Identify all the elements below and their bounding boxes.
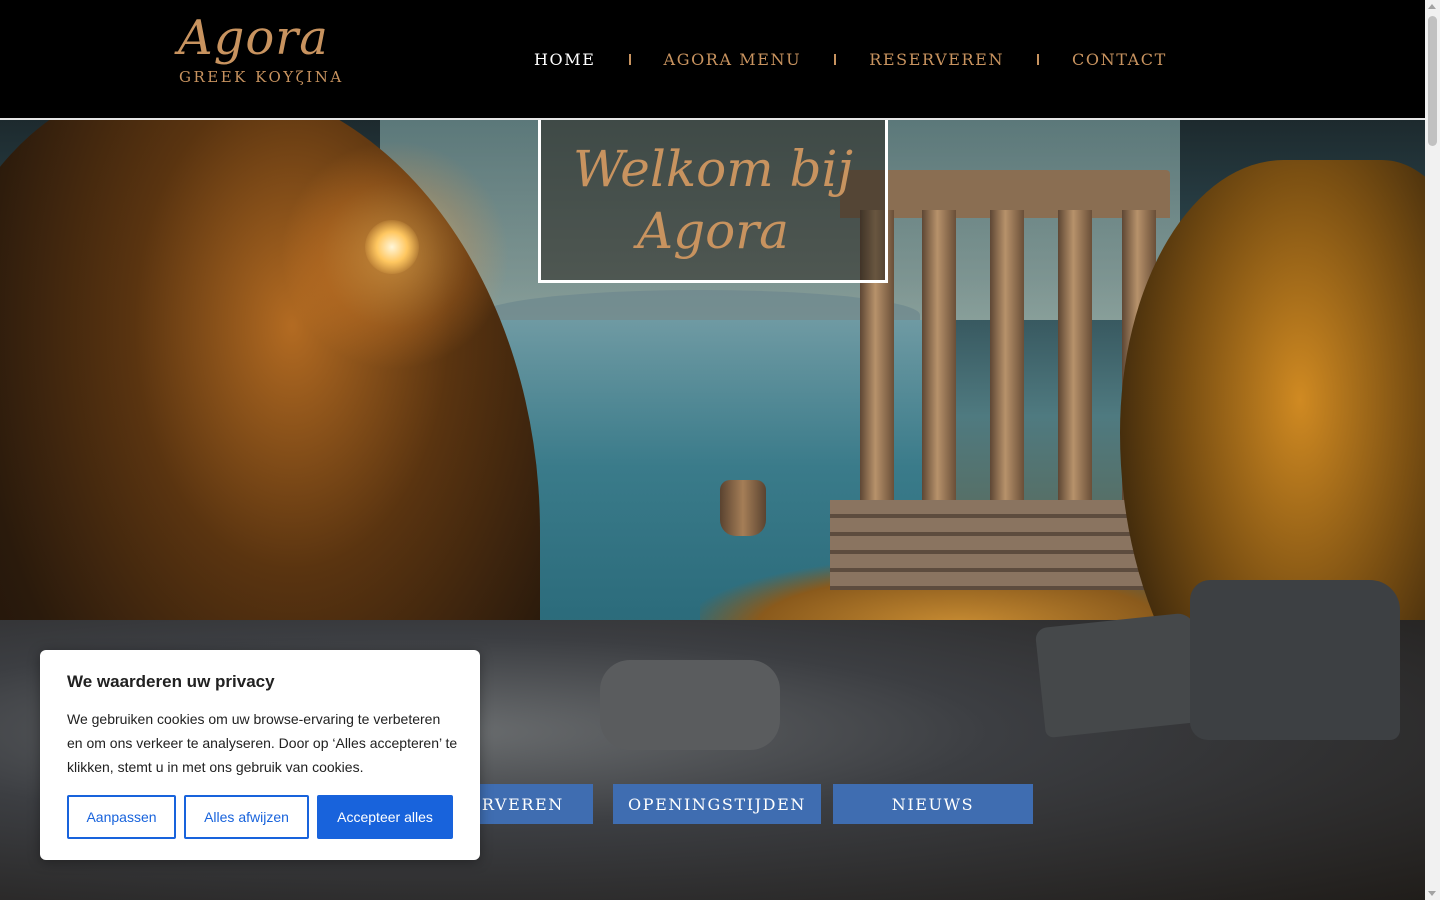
- hero-rock: [1190, 580, 1400, 740]
- openingstijden-button[interactable]: OPENINGSTIJDEN: [613, 784, 821, 824]
- nav-item-agora-menu[interactable]: AGORA MENU: [664, 50, 802, 69]
- hero-temple: [830, 170, 1190, 590]
- welcome-box: Welkom bij Agora: [538, 120, 888, 283]
- hero-urn: [720, 480, 766, 536]
- scroll-up-icon[interactable]: [1428, 4, 1436, 9]
- hero-sun: [365, 220, 419, 274]
- site-logo[interactable]: Agora GREEK KOYζINA: [178, 10, 344, 86]
- temple-column: [990, 210, 1024, 510]
- cookie-consent-banner: We waarderen uw privacy We gebruiken coo…: [40, 650, 480, 860]
- cookie-description: We gebruiken cookies om uw browse-ervari…: [67, 711, 458, 775]
- scroll-down-icon[interactable]: [1428, 891, 1436, 896]
- temple-column: [922, 210, 956, 510]
- hero-rock: [1034, 611, 1206, 739]
- nav-separator: [628, 53, 631, 65]
- nav-item-reserveren[interactable]: RESERVEREN: [869, 50, 1004, 69]
- site-header: Agora GREEK KOYζINA HOME AGORA MENU RESE…: [0, 0, 1425, 120]
- welcome-heading: Welkom bij Agora: [572, 140, 854, 260]
- logo-title: Agora: [178, 10, 329, 66]
- customize-button[interactable]: Aanpassen: [67, 795, 176, 839]
- accept-all-button[interactable]: Accepteer alles: [317, 795, 453, 839]
- page-scrollbar[interactable]: [1425, 0, 1440, 900]
- nieuws-button[interactable]: NIEUWS: [833, 784, 1033, 824]
- temple-column: [1058, 210, 1092, 510]
- hero-rock: [600, 660, 780, 750]
- logo-subtitle: GREEK KOYζINA: [179, 68, 344, 86]
- scroll-thumb[interactable]: [1428, 16, 1437, 146]
- main-nav: HOME AGORA MENU RESERVEREN CONTACT: [534, 46, 1167, 72]
- cookie-title: We waarderen uw privacy: [67, 672, 275, 691]
- nav-item-home[interactable]: HOME: [534, 50, 596, 69]
- reject-all-button[interactable]: Alles afwijzen: [184, 795, 309, 839]
- nav-separator: [1037, 53, 1040, 65]
- nav-item-contact[interactable]: CONTACT: [1072, 50, 1167, 69]
- nav-separator: [834, 53, 837, 65]
